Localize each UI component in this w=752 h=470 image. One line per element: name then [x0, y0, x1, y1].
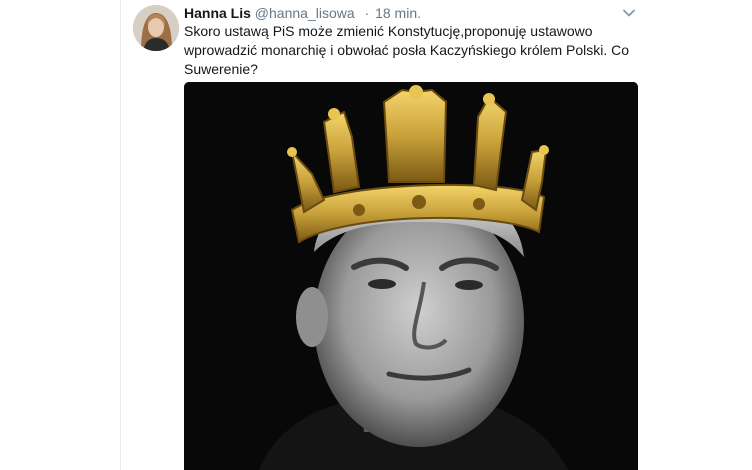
page: Hanna Lis @hanna_lisowa · 18 min. Skoro … [0, 0, 752, 470]
tweet-media[interactable] [184, 82, 638, 470]
tweet-header: Hanna Lis @hanna_lisowa · 18 min. [184, 4, 421, 22]
avatar-photo [133, 5, 179, 51]
author-handle[interactable]: @hanna_lisowa [255, 5, 355, 21]
media-photo [184, 82, 638, 470]
tweet[interactable]: Hanna Lis @hanna_lisowa · 18 min. Skoro … [121, 0, 651, 470]
author-name[interactable]: Hanna Lis [184, 5, 251, 21]
tweet-text: Skoro ustawą PiS może zmienić Konstytucj… [184, 23, 630, 77]
avatar[interactable] [133, 5, 179, 51]
timestamp[interactable]: 18 min. [375, 5, 421, 21]
header-separator: · [364, 5, 370, 21]
chevron-down-icon[interactable] [622, 6, 636, 20]
